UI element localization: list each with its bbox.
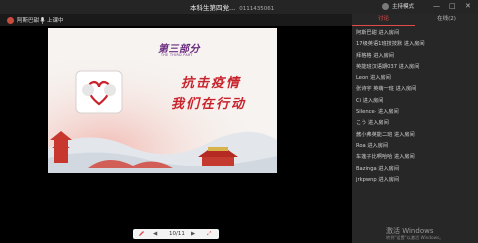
chat-message: Silence· 进入房间 [356, 109, 399, 116]
next-slide-button[interactable]: ▶ [191, 230, 195, 238]
fullscreen-icon[interactable]: ⤢ [207, 230, 211, 238]
activation-watermark-text: 转到"设置"以激活 Windows。 [386, 235, 444, 240]
presenter-info: 阿斯巴甜 [7, 16, 39, 24]
chat-message: 拜格格 进入房间 [356, 52, 394, 59]
part-subtitle: THE THIRD PART [161, 53, 193, 57]
sidebar-tabs: 讨论 在线(2) [352, 14, 478, 26]
chat-message: こう 进入房间 [356, 120, 389, 127]
host-mode-toggle[interactable]: 主持模式 [382, 2, 414, 10]
chat-message: Roa 进入房间 [356, 142, 389, 149]
chat-message: jrkpwnp 进入房间 [356, 176, 400, 183]
chat-message: 酱小弗英能二班 进入房间 [356, 131, 415, 138]
presenter-avatar [7, 17, 14, 24]
chat-message: 英能班汉语期037 进入房间 [356, 63, 420, 70]
tab-online[interactable]: 在线(2) [415, 14, 478, 25]
title-bar: 本科生第四党... 0111435061 主持模式 — □ ✕ [0, 0, 478, 14]
avatar-icon [382, 3, 389, 10]
mic-status[interactable]: 上课中 [40, 16, 64, 24]
chat-message: Bazinga 进入房间 [356, 165, 400, 172]
chat-message: 张诗宇 英萌一班 进入房间 [356, 86, 417, 93]
microphone-icon [40, 17, 45, 24]
chat-message: 车莲子比啊哈哈 进入房间 [356, 154, 415, 161]
tab-discussion[interactable]: 讨论 [352, 14, 415, 26]
maximize-button[interactable]: □ [449, 1, 456, 11]
page-indicator: 10/11 [169, 231, 185, 237]
slide: 第三部分 THE THIRD PART 抗击疫情 我们在行动 [48, 28, 277, 173]
close-button[interactable]: ✕ [465, 1, 471, 11]
message-list: 阿斯巴甜 进入房间 17级英语1班技技默 进入房间 拜格格 进入房间英能班汉语期03… [356, 28, 476, 186]
room-id: 0111435061 [239, 6, 275, 12]
slide-line2: 我们在行动 [171, 97, 247, 112]
minimize-button[interactable]: — [433, 1, 440, 11]
slide-controls: ◀ 10/11 ▶ ⤢ [133, 229, 219, 239]
slide-line1: 抗击疫情 [181, 76, 242, 91]
prev-slide-button[interactable]: ◀ [153, 230, 157, 238]
chat-message: Leon 进入房间 [356, 75, 391, 82]
chat-message: Ci 进入房间 [356, 97, 384, 104]
pen-icon[interactable] [138, 230, 145, 240]
window-title: 本科生第四党... 0111435061 [190, 4, 275, 12]
chat-message: 阿斯巴甜 进入房间 [356, 30, 400, 36]
presenter-name: 阿斯巴甜 [17, 18, 40, 24]
chat-message: 17级英语1班技技默 进入房间 [356, 41, 425, 48]
mode-label: 主持模式 [392, 4, 415, 10]
mic-label: 上课中 [47, 18, 64, 24]
